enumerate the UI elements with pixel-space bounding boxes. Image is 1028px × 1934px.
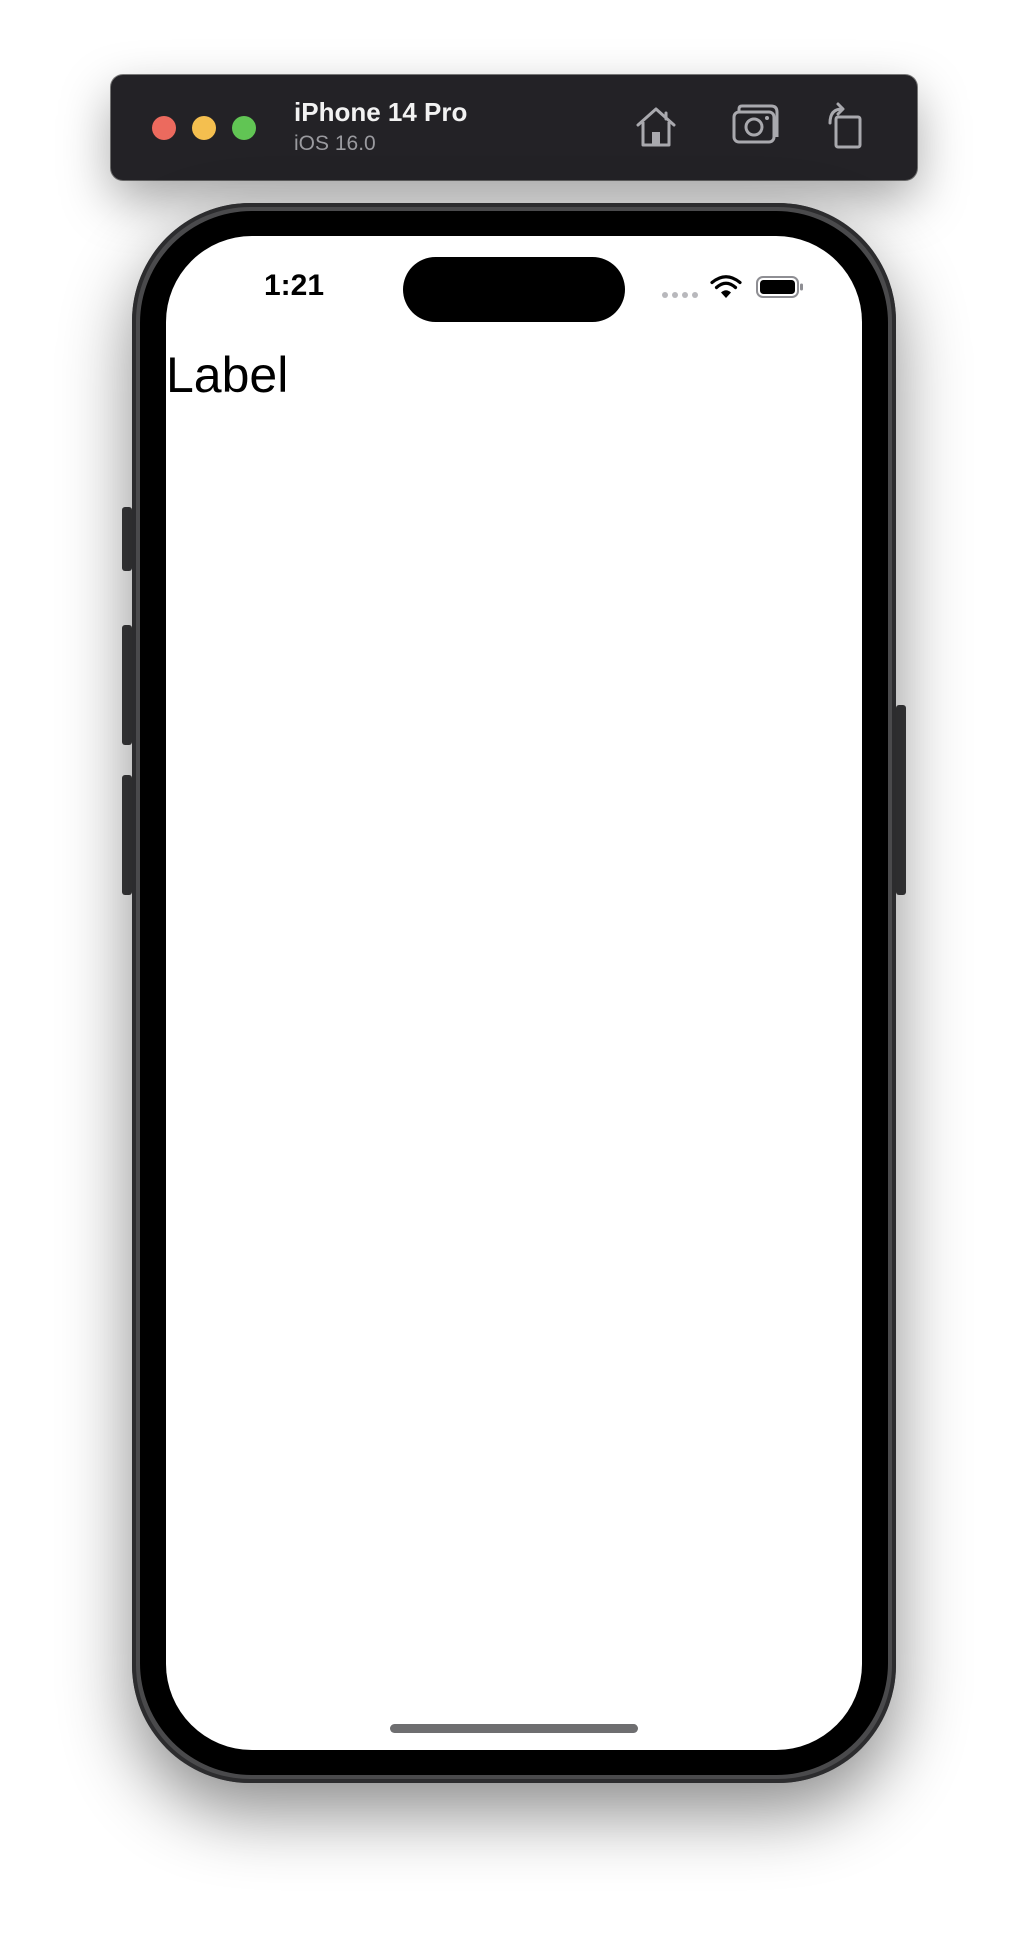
home-icon — [636, 107, 676, 147]
battery-icon — [756, 276, 803, 298]
status-time: 1:21 — [264, 269, 325, 302]
wifi-icon — [710, 275, 742, 298]
rotate-icon — [828, 102, 862, 149]
simulator-window: iPhone 14 Pro iOS 16.0 1:21 Label — [0, 0, 1028, 1934]
os-version: iOS 16.0 — [294, 132, 376, 155]
app-label: Label — [166, 347, 289, 403]
power-side-button — [896, 705, 906, 895]
device-screen[interactable]: 1:21 Label — [166, 236, 862, 1750]
home-button[interactable] — [630, 101, 682, 153]
home-indicator[interactable] — [390, 1724, 638, 1733]
screenshot-button[interactable] — [730, 101, 782, 153]
camera-icon — [732, 104, 779, 144]
device-name: iPhone 14 Pro — [294, 97, 468, 127]
rotate-button[interactable] — [820, 101, 872, 153]
zoom-window-button[interactable] — [232, 116, 256, 140]
simulator-title-bar: iPhone 14 Pro iOS 16.0 — [111, 75, 917, 180]
minimize-window-button[interactable] — [192, 116, 216, 140]
cellular-dots-icon — [662, 292, 702, 298]
action-side-button — [122, 507, 132, 571]
volume-down-button — [122, 775, 132, 895]
volume-up-button — [122, 625, 132, 745]
close-window-button[interactable] — [152, 116, 176, 140]
dynamic-island — [403, 257, 625, 322]
